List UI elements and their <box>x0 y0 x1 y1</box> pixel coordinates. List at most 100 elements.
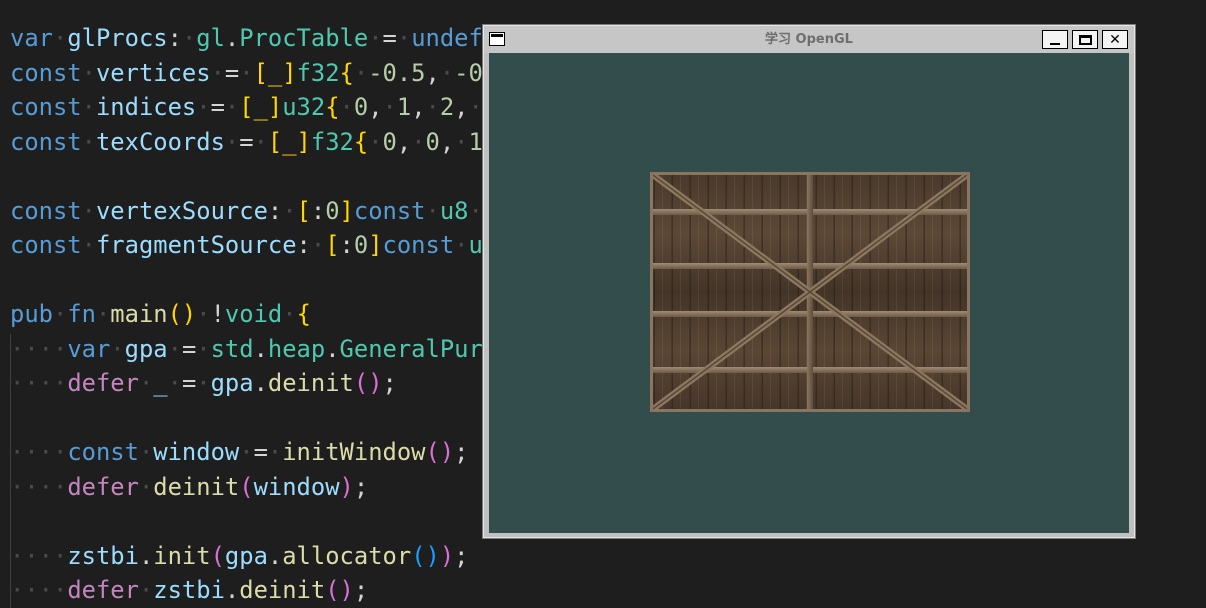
maximize-button[interactable] <box>1072 30 1098 49</box>
code-line[interactable]: const·fragmentSource:·[:0]const·u8 <box>10 228 497 262</box>
code-token: · <box>110 334 125 363</box>
code-token: const <box>10 196 82 225</box>
code-line[interactable]: const·vertices·=·[_]f32{·-0.5,·-0.5 <box>10 56 511 90</box>
code-token: · <box>81 196 96 225</box>
code-token: 0 <box>382 127 397 156</box>
code-token: const <box>10 93 82 121</box>
code-token: · <box>181 24 197 52</box>
code-token: fn <box>67 300 96 328</box>
code-token: ProcTable <box>239 24 369 52</box>
code-line[interactable]: ····defer·zstbi.deinit(); <box>10 573 368 607</box>
code-token: · <box>81 93 96 121</box>
code-token: . <box>253 334 268 363</box>
code-token: const <box>10 231 82 259</box>
code-token: · <box>224 127 240 156</box>
code-token: ) <box>339 472 354 501</box>
code-token: · <box>95 300 111 328</box>
code-token: · <box>310 231 326 259</box>
maximize-icon <box>1078 34 1092 45</box>
code-token: const <box>10 127 82 156</box>
code-token: glProcs <box>67 24 168 52</box>
close-button[interactable]: ✕ <box>1102 30 1128 49</box>
code-token: 0 <box>425 127 440 156</box>
code-token: gpa <box>224 541 268 570</box>
code-token: void <box>224 300 283 328</box>
code-token: · <box>353 58 369 87</box>
code-token: const <box>382 231 455 259</box>
code-token: , <box>396 127 412 156</box>
crate-cross-brace <box>653 175 967 409</box>
code-token: ; <box>353 472 369 501</box>
code-token: · <box>196 300 211 328</box>
code-token: window <box>153 438 240 466</box>
code-token: = <box>210 93 225 121</box>
code-token: 1 <box>468 127 483 156</box>
code-token: () <box>325 576 354 604</box>
code-token: . <box>267 541 283 570</box>
code-token: zstbi <box>67 541 139 570</box>
code-line[interactable]: ····const·window·=·initWindow(); <box>10 435 469 469</box>
code-token: () <box>167 300 197 328</box>
code-token: · <box>368 127 383 156</box>
code-token: · <box>138 472 154 501</box>
code-token: deinit <box>153 472 240 501</box>
code-token: defer <box>67 576 139 604</box>
code-line[interactable]: const·vertexSource:·[:0]const·u8·= <box>10 194 497 228</box>
code-token: · <box>138 576 154 604</box>
code-token: = <box>382 24 397 52</box>
code-line[interactable]: ····defer·deinit(window); <box>10 470 368 504</box>
close-icon: ✕ <box>1109 31 1121 48</box>
code-token: . <box>325 334 340 363</box>
code-token: · <box>52 24 68 52</box>
code-line[interactable]: const·texCoords·=·[_]f32{·0,·0,·1, <box>10 125 497 159</box>
code-line[interactable]: const·indices·=·[_]u32{·0,·1,·2,·0 <box>10 90 497 124</box>
code-token: ···· <box>10 541 68 570</box>
code-token: · <box>196 334 211 363</box>
code-token: gpa <box>124 334 168 363</box>
code-token: [ <box>296 196 311 225</box>
code-line[interactable]: ····zstbi.init(gpa.allocator()); <box>10 539 469 573</box>
code-token: pub <box>10 300 53 328</box>
code-token: [ <box>325 231 340 259</box>
code-token: () <box>411 541 440 570</box>
code-token: · <box>454 231 469 259</box>
code-line[interactable]: ····var·gpa·=·std.heap.GeneralPurp <box>10 332 497 366</box>
code-token: [_] <box>253 58 297 87</box>
code-token: () <box>353 369 383 397</box>
code-token: ( <box>239 472 254 501</box>
minimize-button[interactable] <box>1042 30 1068 49</box>
code-token: vertices <box>95 58 211 87</box>
gl-viewport[interactable] <box>489 53 1129 533</box>
code-token: · <box>167 369 182 397</box>
code-token: ) <box>439 541 455 570</box>
code-token: · <box>382 93 397 121</box>
code-token: std <box>210 334 254 363</box>
code-token: , <box>425 58 440 87</box>
code-token: · <box>425 93 440 121</box>
code-token: · <box>396 24 412 52</box>
window-titlebar[interactable]: 学习 OpenGL ✕ <box>484 26 1134 53</box>
code-token: main <box>110 300 168 328</box>
code-token: { <box>325 93 340 121</box>
code-token: = <box>181 369 197 397</box>
code-token: ; <box>382 369 397 397</box>
code-line[interactable]: var·glProcs:·gl.ProcTable·=·undefined <box>10 21 540 55</box>
code-token: , <box>411 93 426 121</box>
code-token: = <box>181 334 197 363</box>
code-token: , <box>454 93 469 121</box>
code-line[interactable]: pub·fn·main()·!void·{ <box>10 297 311 331</box>
code-token: = <box>253 438 268 466</box>
code-line[interactable]: ····defer·_·=·gpa.deinit(); <box>10 366 397 400</box>
code-token: · <box>138 369 154 397</box>
code-token: zstbi <box>153 576 225 604</box>
code-token: ! <box>210 300 225 328</box>
window-title: 学习 OpenGL <box>765 32 853 47</box>
code-token: vertexSource <box>95 196 268 225</box>
code-token: defer <box>67 472 139 501</box>
code-token: , <box>368 93 383 121</box>
code-token: ; <box>454 438 469 466</box>
code-token: · <box>224 93 240 121</box>
code-token: · <box>267 438 283 466</box>
opengl-window[interactable]: 学习 OpenGL ✕ <box>483 25 1135 538</box>
code-token: deinit <box>267 369 354 397</box>
